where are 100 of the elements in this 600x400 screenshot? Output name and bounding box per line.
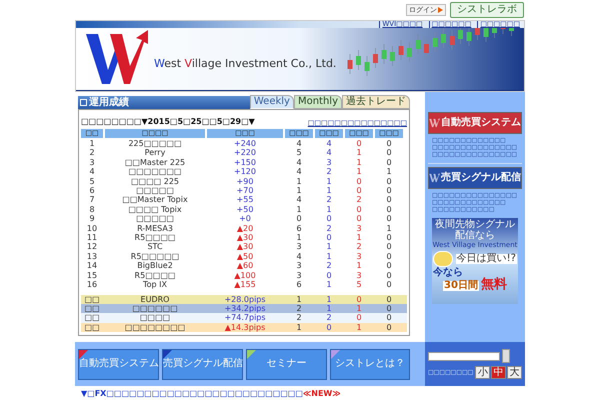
table-cell-text: 4 <box>295 195 303 205</box>
table-cell-text: □□ <box>83 294 101 304</box>
table-cell-text: 4 <box>325 148 333 158</box>
table-cell-text: +55 <box>236 195 254 205</box>
table-cell-text: 0 <box>385 176 393 186</box>
table-cell-text: EUDRO <box>140 294 170 304</box>
table-cell-text: +70 <box>236 186 254 196</box>
tab[interactable]: 過去トレード <box>342 95 410 109</box>
table-cell-text: 0 <box>355 186 363 196</box>
table-cell-text: 1 <box>88 139 96 148</box>
font-size-button[interactable]: 大 <box>507 366 522 379</box>
table-cell-text: 3 <box>295 242 303 252</box>
table-cell-text: 12 <box>86 242 98 252</box>
table-cell-text: 2 <box>355 195 363 205</box>
table-cell-text: 1 <box>355 261 363 271</box>
table-cell-text: 1 <box>385 167 393 177</box>
table-cell-text: 0 <box>325 322 333 332</box>
table-cell-text: ▲30 <box>236 233 254 242</box>
table-cell-text: 6 <box>88 186 96 196</box>
table-cell-text: ▲14.3pips <box>224 322 266 332</box>
lab-button[interactable]: シストレラボ <box>450 2 524 18</box>
table-cell-text: 0 <box>385 204 393 214</box>
table-cell-text: 4 <box>295 167 303 177</box>
table-cell-text: BigBlue2 <box>136 261 174 271</box>
table-cell-text: +90 <box>236 176 254 186</box>
table-cell-text: 1 <box>325 294 333 304</box>
table-cell-text: 1 <box>325 204 333 214</box>
table-cell-text: 2 <box>325 313 333 323</box>
table-cell-text: 0 <box>385 252 393 262</box>
table-cell-text: 0 <box>385 195 393 205</box>
table-cell-text: +150 <box>233 158 257 168</box>
table-cell-text: +50 <box>236 204 254 214</box>
sidebar-banner[interactable]: 売買シグナル配信 <box>428 167 522 189</box>
table-cell-text: 5 <box>295 148 303 158</box>
table-cell-text: 1 <box>295 204 303 214</box>
table-cell-text: 0 <box>385 139 393 148</box>
table-cell-text: 3 <box>325 158 333 168</box>
table-cell-text: □□□□ Topix <box>127 204 183 214</box>
table-cell-text: 1 <box>295 176 303 186</box>
table-cell-text: 0 <box>385 294 393 304</box>
table-cell-text: 3 <box>88 158 96 168</box>
table-cell-text: 6 <box>295 224 303 234</box>
table-cell-text: ▲20 <box>236 224 254 234</box>
table-cell-text: 0 <box>385 186 393 196</box>
table-cell-text: 1 <box>355 322 363 332</box>
table-cell-text: 0 <box>385 270 393 280</box>
search-field[interactable] <box>428 352 500 360</box>
table-cell-text: 1 <box>355 304 363 314</box>
table-cell-text: □□□□□□ <box>131 304 179 314</box>
table-cell-text: Perry <box>144 148 166 158</box>
table-cell-text: 5 <box>355 280 363 290</box>
table-cell-text: 0 <box>385 261 393 271</box>
table-cell-text: 10 <box>86 224 98 234</box>
table-cell-text: 0 <box>385 214 393 224</box>
promo-headline: 夜間先物シグナル配信なら <box>434 219 516 241</box>
table-cell-text: 9 <box>88 214 96 224</box>
table-cell-text: 1 <box>325 186 333 196</box>
table-cell-text: +28.0pips <box>223 294 267 304</box>
table-cell-text: 1 <box>325 304 333 314</box>
table-cell-text: 0 <box>355 294 363 304</box>
panel-title: 運用成績 <box>89 98 129 108</box>
table-cell-text: 0 <box>295 214 303 224</box>
table-cell-text: R5□□□□ <box>134 233 176 242</box>
table-cell-text: 0 <box>385 158 393 168</box>
table-cell-text: 3 <box>355 224 363 234</box>
tab[interactable]: Weekly <box>250 95 294 109</box>
table-cell-text: 0 <box>385 304 393 314</box>
table-cell-text: 4 <box>325 139 333 148</box>
table-cell-text: □□□□□□□ <box>128 167 182 177</box>
table-cell-text: 0 <box>325 214 333 224</box>
tab[interactable]: Monthly <box>294 95 342 109</box>
table-cell-text: 0 <box>385 242 393 252</box>
table-cell-text: 0 <box>325 233 333 242</box>
promo-free: 無料 <box>480 278 507 291</box>
sidebar-banner[interactable]: 自動売買システム <box>428 112 522 134</box>
table-cell-text: □□□□ <box>138 313 172 323</box>
table-cell-text: 1 <box>295 186 303 196</box>
table-cell-text: 1 <box>385 224 393 234</box>
table-cell-text: 0 <box>355 176 363 186</box>
table-cell-text: 1 <box>325 242 333 252</box>
table-cell-text: 1 <box>295 322 303 332</box>
font-size-button[interactable]: 中 <box>491 366 506 379</box>
table-cell-text: 0 <box>385 233 393 242</box>
news-headline[interactable]: ▼□FX□□□□□□□□□□□□□□□□□□□□□□□□□□≪NEW≫ <box>81 388 341 400</box>
table-cell-text: 1 <box>325 280 333 290</box>
table-cell-text: 1 <box>355 158 363 168</box>
table-cell-text: 225□□□□□ <box>127 139 183 148</box>
table-cell-text: □□Master 225 <box>124 158 186 168</box>
font-size-button[interactable]: 小 <box>475 366 490 379</box>
table-cell-text: +240 <box>233 139 257 148</box>
table-cell-text: R-MESA3 <box>136 224 174 234</box>
table-cell-text: 14 <box>86 261 98 271</box>
period-heading: □□□□□□□□▼2015□5□25□□5□29□▼ <box>81 116 255 128</box>
table-cell-text: 2 <box>295 304 303 314</box>
table-cell-text: 2 <box>325 167 333 177</box>
company-name: West Village Investment Co., Ltd. <box>154 56 336 72</box>
promo-days: 30日間 <box>443 281 479 291</box>
table-cell-text: 2 <box>88 148 96 158</box>
table-cell-text: □□Master Topix <box>121 195 189 205</box>
table-cell-text: 8 <box>88 204 96 214</box>
